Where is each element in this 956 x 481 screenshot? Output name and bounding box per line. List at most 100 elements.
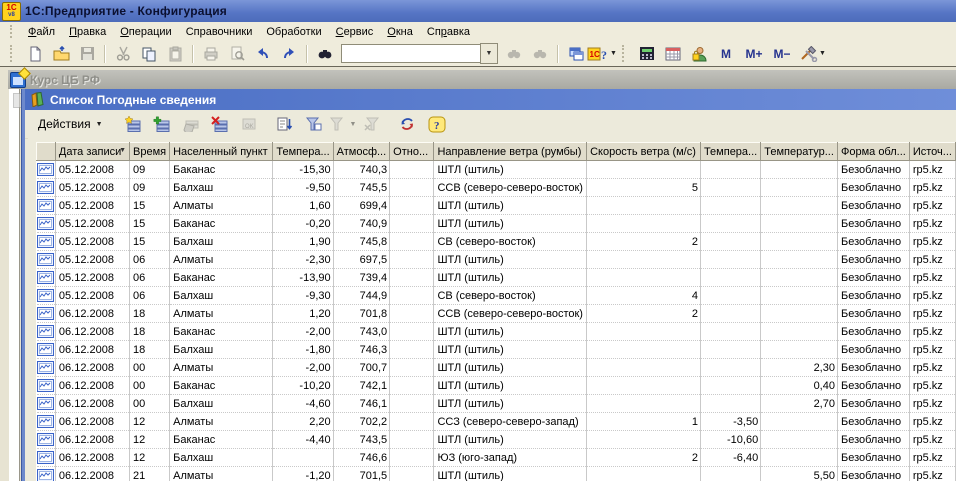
column-header-date[interactable]: Дата записи▼	[55, 143, 129, 161]
sort-filter-button[interactable]	[272, 112, 298, 136]
cell-date: 05.12.2008	[55, 287, 129, 305]
table-row[interactable]: 05.12.200806Алматы-2,30697,5ШТЛ (штиль)Б…	[37, 251, 956, 269]
menu-item-processing[interactable]: Обработки	[259, 24, 328, 40]
help-1c-button[interactable]: 1С? ▼	[590, 42, 614, 65]
table-row[interactable]: 06.12.200818Балхаш-1,80746,3ШТЛ (штиль)Б…	[37, 341, 956, 359]
record-icon	[37, 469, 54, 481]
column-header-temp[interactable]: Темпера...	[273, 143, 333, 161]
table-row[interactable]: 06.12.200812Балхаш746,6ЮЗ (юго-запад)2-6…	[37, 449, 956, 467]
clear-filter-button[interactable]	[359, 112, 385, 136]
background-window-title-bar[interactable]: Курс ЦБ РФ	[8, 70, 956, 89]
table-row[interactable]: 06.12.200812Баканас-4,40743,5ШТЛ (штиль)…	[37, 431, 956, 449]
memory-subtract-button[interactable]: М−	[769, 42, 795, 65]
table-row[interactable]: 05.12.200815Баканас-0,20740,9ШТЛ (штиль)…	[37, 215, 956, 233]
set-mark-button[interactable]: OK	[236, 112, 262, 136]
column-header-time[interactable]: Время	[130, 143, 170, 161]
search-input[interactable]	[341, 44, 480, 63]
column-header-temp2[interactable]: Темпера...	[700, 143, 760, 161]
find-button[interactable]	[313, 42, 337, 65]
cell-temp: -9,50	[273, 179, 333, 197]
copy-button[interactable]	[137, 42, 161, 65]
calendar-button[interactable]	[661, 42, 685, 65]
print-preview-button[interactable]	[225, 42, 249, 65]
cell-humidity	[390, 251, 434, 269]
record-icon	[37, 433, 54, 446]
table-row[interactable]: 06.12.200800Баканас-10,20742,1ШТЛ (штиль…	[37, 377, 956, 395]
cell-time: 18	[130, 341, 170, 359]
menu-item-operations[interactable]: Операции	[113, 24, 178, 40]
cell-icon	[37, 251, 56, 269]
column-header-temp3[interactable]: Температур...	[761, 143, 838, 161]
table-row[interactable]: 05.12.200809Баканас-15,30740,3ШТЛ (штиль…	[37, 161, 956, 179]
record-icon	[37, 307, 54, 320]
cell-icon	[37, 377, 56, 395]
toolbar-gripper[interactable]	[10, 25, 15, 38]
column-header-source[interactable]: Источ...	[909, 143, 955, 161]
find-previous-button[interactable]	[528, 42, 552, 65]
menu-item-edit[interactable]: Правка	[62, 24, 113, 40]
column-header-icon[interactable]	[37, 143, 56, 161]
column-header-wind_dir[interactable]: Направление ветра (румбы)	[434, 143, 587, 161]
memory-recall-button[interactable]: М	[713, 42, 739, 65]
print-button[interactable]	[199, 42, 223, 65]
table-row[interactable]: 06.12.200818Алматы1,20701,8ССВ (северо-с…	[37, 305, 956, 323]
find-next-button[interactable]	[502, 42, 526, 65]
refresh-button[interactable]	[395, 112, 421, 136]
new-document-button[interactable]	[23, 42, 47, 65]
cell-humidity	[390, 323, 434, 341]
menu-item-catalogs[interactable]: Справочники	[179, 24, 260, 40]
paste-button[interactable]	[163, 42, 187, 65]
menu-item-help[interactable]: Справка	[420, 24, 477, 40]
menu-item-windows[interactable]: Окна	[380, 24, 420, 40]
cell-time: 06	[130, 269, 170, 287]
column-header-humidity[interactable]: Отно...	[390, 143, 434, 161]
undo-button[interactable]	[251, 42, 275, 65]
cell-icon	[37, 395, 56, 413]
journal-icon	[29, 92, 45, 107]
delete-button[interactable]	[207, 112, 233, 136]
table-row[interactable]: 05.12.200806Балхаш-9,30744,9СВ (северо-в…	[37, 287, 956, 305]
add-new-button[interactable]	[120, 112, 146, 136]
table-row[interactable]: 05.12.200815Алматы1,60699,4ШТЛ (штиль)Бе…	[37, 197, 956, 215]
calculator-button[interactable]	[635, 42, 659, 65]
memory-add-button[interactable]: М+	[741, 42, 767, 65]
menu-item-service[interactable]: Сервис	[329, 24, 381, 40]
record-icon	[37, 379, 54, 392]
cell-city: Балхаш	[170, 395, 273, 413]
print-preview-icon	[230, 46, 245, 61]
table-row[interactable]: 05.12.200806Баканас-13,90739,4ШТЛ (штиль…	[37, 269, 956, 287]
combobox-dropdown-button[interactable]: ▼	[480, 43, 498, 64]
filter-by-value-button[interactable]	[301, 112, 327, 136]
table-row[interactable]: 06.12.200821Алматы-1,20701,5ШТЛ (штиль)5…	[37, 467, 956, 481]
edit-icon	[182, 116, 200, 132]
column-header-wind_speed[interactable]: Скорость ветра (м/с)	[587, 143, 701, 161]
table-row[interactable]: 06.12.200818Баканас-2,00743,0ШТЛ (штиль)…	[37, 323, 956, 341]
cell-temp2	[700, 197, 760, 215]
column-header-pressure[interactable]: Атмосф...	[333, 143, 390, 161]
windows-button[interactable]	[564, 42, 588, 65]
cell-icon	[37, 431, 56, 449]
redo-button[interactable]	[277, 42, 301, 65]
open-button[interactable]	[49, 42, 73, 65]
list-window-title-bar[interactable]: Список Погодные сведения	[25, 89, 956, 110]
table-row[interactable]: 05.12.200815Балхаш1,90745,8СВ (северо-во…	[37, 233, 956, 251]
table-row[interactable]: 06.12.200800Балхаш-4,60746,1ШТЛ (штиль)2…	[37, 395, 956, 413]
column-header-clouds[interactable]: Форма обл...	[837, 143, 909, 161]
table-row[interactable]: 06.12.200800Алматы-2,00700,7ШТЛ (штиль)2…	[37, 359, 956, 377]
menu-item-file[interactable]: Файл	[21, 24, 62, 40]
edit-button[interactable]	[178, 112, 204, 136]
add-copy-button[interactable]	[149, 112, 175, 136]
record-icon	[37, 361, 54, 374]
actions-menu-button[interactable]: Действия ▼	[31, 113, 110, 135]
column-header-city[interactable]: Населенный пункт	[170, 143, 273, 161]
toolbar-gripper[interactable]	[10, 45, 15, 63]
tools-button[interactable]: ▼	[797, 42, 829, 65]
user-lock-button[interactable]	[687, 42, 711, 65]
save-button[interactable]	[75, 42, 99, 65]
toolbar-gripper[interactable]	[622, 45, 627, 63]
cut-button[interactable]	[111, 42, 135, 65]
help-button[interactable]: ?	[424, 112, 450, 136]
filter-history-button[interactable]: ▼	[330, 112, 356, 136]
table-row[interactable]: 06.12.200812Алматы2,20702,2ССЗ (северо-с…	[37, 413, 956, 431]
table-row[interactable]: 05.12.200809Балхаш-9,50745,5ССВ (северо-…	[37, 179, 956, 197]
